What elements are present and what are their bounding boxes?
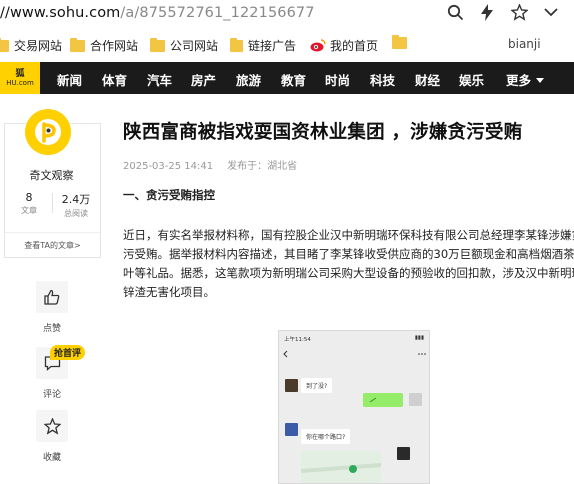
bookmark-folder-6[interactable] bbox=[392, 35, 412, 49]
url-domain: //www.sohu.com bbox=[0, 5, 121, 21]
stat-reads-count: 2.4万 bbox=[61, 193, 91, 206]
publish-date: 2025-03-25 14:41 bbox=[123, 161, 214, 172]
bookmarks-bar: 交易网站 合作网站 公司网站 链接广告 我的首页 bianji bbox=[0, 30, 574, 60]
location-map-thumbnail bbox=[300, 451, 382, 483]
bookmark-folder-1[interactable]: 交易网站 bbox=[0, 37, 62, 54]
chat-bubble-left: 到了没? bbox=[301, 378, 333, 393]
nav-item-entertainment[interactable]: 娱乐 bbox=[459, 70, 484, 89]
contact-avatar bbox=[285, 423, 298, 436]
bookmark-label: 我的首页 bbox=[330, 39, 379, 53]
folder-icon bbox=[0, 37, 9, 52]
url-path: /a/875572761_122156677 bbox=[120, 5, 315, 21]
bookmark-folder-4[interactable]: 链接广告 bbox=[230, 37, 296, 54]
bookmark-label: 链接广告 bbox=[247, 39, 296, 53]
paragraph-line: 锌渣无害化项目。 bbox=[123, 285, 215, 299]
sohu-logo[interactable]: 狐 HU.com bbox=[0, 62, 40, 94]
chat-screenshot-image: 上午11:54 ▮▮▮ 到了没? 你在哪个路口? bbox=[278, 330, 430, 484]
nav-item-news[interactable]: 新闻 bbox=[57, 70, 82, 89]
nav-item-fashion[interactable]: 时尚 bbox=[325, 70, 350, 89]
contact-avatar bbox=[285, 379, 298, 392]
bookmark-my-home[interactable]: 我的首页 bbox=[310, 37, 378, 54]
stat-articles-count: 8 bbox=[25, 191, 33, 204]
stat-reads-label: 总阅读 bbox=[64, 209, 88, 218]
favorite-label: 收藏 bbox=[42, 453, 61, 463]
article-paragraph: 近日，有实名举报材料称，国有控股企业汉中新明瑞环保科技有限公司总经理李某锋涉嫌贪… bbox=[123, 226, 574, 302]
stat-articles-label: 文章 bbox=[21, 206, 37, 215]
chevron-down-icon[interactable] bbox=[541, 2, 561, 22]
logo-mark: 狐 bbox=[15, 68, 25, 79]
paragraph-line: 叶等礼品。据悉，这笔款项为新明瑞公司采购大型设备的预验收的回扣款，涉及汉中新明瑞 bbox=[123, 266, 574, 280]
author-avatar[interactable] bbox=[25, 109, 71, 155]
like-label: 点赞 bbox=[42, 324, 61, 334]
star-outline-icon bbox=[36, 410, 68, 442]
bookmark-folder-2[interactable]: 合作网站 bbox=[70, 37, 138, 54]
url-text[interactable]: //www.sohu.com/a/875572761_122156677 bbox=[0, 5, 315, 21]
caret-down-icon bbox=[536, 78, 545, 83]
bookmark-label: 公司网站 bbox=[170, 39, 219, 53]
chat-bubble-right bbox=[363, 393, 403, 407]
paragraph-line: 近日，有实名举报材料称，国有控股企业汉中新明瑞环保科技有限公司总经理李某锋涉嫌贪 bbox=[123, 228, 574, 242]
nav-item-education[interactable]: 教育 bbox=[281, 70, 306, 89]
chat-header bbox=[279, 344, 429, 358]
star-icon[interactable] bbox=[509, 2, 529, 22]
bookmark-label: 交易网站 bbox=[14, 39, 63, 53]
nav-item-auto[interactable]: 汽车 bbox=[147, 70, 172, 89]
first-comment-badge[interactable]: 抢首评 bbox=[50, 345, 86, 360]
address-bar[interactable]: //www.sohu.com/a/875572761_122156677 bbox=[0, 0, 574, 26]
site-nav: 狐 HU.com 新闻 体育 汽车 房产 旅游 教育 时尚 科技 财经 娱乐 更… bbox=[0, 62, 574, 94]
nav-item-travel[interactable]: 旅游 bbox=[236, 70, 261, 89]
folder-icon bbox=[392, 35, 407, 49]
contact-avatar bbox=[397, 447, 410, 460]
search-icon[interactable] bbox=[445, 2, 465, 22]
publish-location: 发布于：湖北省 bbox=[227, 161, 298, 172]
lightning-icon[interactable] bbox=[477, 2, 497, 22]
folder-icon bbox=[150, 37, 165, 52]
bookmark-folder-3[interactable]: 公司网站 bbox=[150, 37, 218, 54]
article-title: 陕西富商被指戏耍国资林业集团 ，涉嫌贪污受贿 bbox=[123, 122, 523, 143]
paragraph-line: 污受贿。据举报材料内容描述，其目睹了李某锋收受供应商的30万巨额现金和高档烟酒茶 bbox=[123, 247, 574, 261]
nav-item-tech[interactable]: 科技 bbox=[370, 70, 395, 89]
like-button[interactable]: 点赞 bbox=[22, 281, 82, 334]
comment-label: 评论 bbox=[42, 390, 61, 400]
battery-icon: ▮▮▮ bbox=[414, 335, 424, 341]
see-all-articles-link[interactable]: 查看TA的文章> bbox=[5, 232, 100, 257]
weibo-icon bbox=[310, 39, 326, 52]
author-name[interactable]: 奇文观察 bbox=[0, 167, 103, 183]
nav-more[interactable]: 更多 bbox=[506, 70, 545, 89]
play-logo-icon bbox=[35, 119, 61, 145]
nav-more-label: 更多 bbox=[506, 73, 532, 88]
nav-item-finance[interactable]: 财经 bbox=[415, 70, 440, 89]
nav-item-sports[interactable]: 体育 bbox=[102, 70, 127, 89]
chat-bubble-left: 你在哪个路口? bbox=[301, 429, 351, 444]
self-avatar bbox=[409, 393, 422, 406]
article-meta: 2025-03-25 14:41 发布于：湖北省 bbox=[123, 157, 311, 172]
folder-icon bbox=[230, 37, 243, 52]
stat-reads: 2.4万 总阅读 bbox=[53, 191, 99, 219]
thumbs-up-icon bbox=[36, 281, 68, 313]
status-time: 上午11:54 bbox=[284, 337, 311, 343]
logo-text: HU.com bbox=[6, 78, 34, 87]
folder-icon bbox=[70, 37, 85, 52]
favorite-button[interactable]: 收藏 bbox=[22, 410, 82, 463]
bookmark-label: 合作网站 bbox=[90, 39, 139, 53]
stat-articles: 8 文章 bbox=[6, 191, 52, 216]
nav-item-realestate[interactable]: 房产 bbox=[191, 70, 216, 89]
section-heading: 一、贪污受贿指控 bbox=[123, 188, 215, 202]
bookmark-bianji[interactable]: bianji bbox=[508, 37, 541, 51]
